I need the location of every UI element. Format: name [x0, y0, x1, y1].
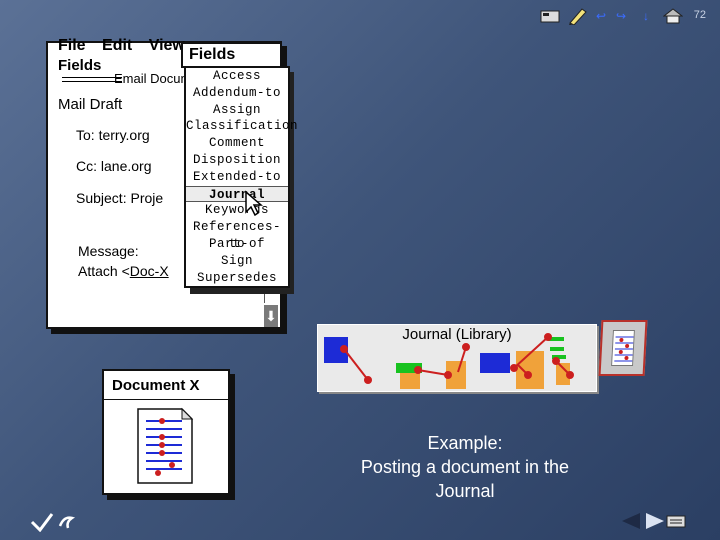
caption-line-3: Journal [435, 481, 495, 501]
document-x-panel: Document X [102, 369, 230, 495]
document-icon [598, 320, 648, 376]
slide-sorter-icon[interactable] [666, 513, 686, 534]
draft-label: Mail Draft [58, 96, 123, 113]
subject-field[interactable]: Subject: Proje [76, 190, 163, 206]
menu-item-journal[interactable]: Journal [186, 185, 288, 203]
pen-icon[interactable] [566, 8, 588, 25]
menu-item-access[interactable]: Access [186, 68, 288, 85]
journal-library: Journal (Library) [317, 324, 597, 392]
previous-slide-icon[interactable] [620, 512, 642, 535]
menu-item-comment[interactable]: Comment [186, 135, 288, 152]
journal-documents-graphic [324, 333, 574, 389]
fields-menu-header[interactable]: Fields [181, 42, 282, 68]
attach-link[interactable]: Doc-X [130, 263, 169, 279]
slide-number: 72 [693, 9, 706, 21]
message-label: Message: [78, 243, 139, 259]
attach-line: Attach <Doc-X [78, 263, 169, 279]
home-icon[interactable] [662, 8, 684, 24]
divider [104, 399, 228, 400]
checkmark-icon[interactable] [30, 510, 80, 537]
menu-item-supersedes[interactable]: Supersedes [186, 270, 288, 287]
caption-line-2: Posting a document in the [360, 457, 570, 477]
menu-item-part-of[interactable]: Part-of [186, 236, 288, 253]
menu-item-assign[interactable]: Assign [186, 102, 288, 119]
menu-item-sign[interactable]: Sign [186, 253, 288, 270]
menu-item-addendum-to[interactable]: Addendum-to [186, 85, 288, 102]
menu-edit[interactable]: Edit [102, 37, 132, 54]
next-slide-icon[interactable] [644, 512, 666, 535]
attach-text: Attach < [78, 263, 130, 279]
document-x-title: Document X [112, 377, 200, 394]
slide-caption: Example: Posting a document in the Journ… [330, 431, 600, 503]
menu-item-disposition[interactable]: Disposition [186, 152, 288, 169]
forward-icon[interactable]: ↪ [614, 8, 628, 24]
window-title: Email Docum [114, 71, 192, 86]
menu-item-classification[interactable]: Classification [186, 118, 298, 135]
caption-line-1: Example: [427, 433, 503, 453]
title-bar-line [62, 81, 122, 82]
menu-item-keywords[interactable]: Keywords [186, 202, 288, 219]
fields-dropdown: Access Addendum-to Assign Classification… [184, 66, 298, 288]
scroll-down-arrow-icon[interactable]: ⬇ [264, 305, 278, 327]
menu-bar: File Edit View [58, 37, 197, 55]
menu-view[interactable]: View [149, 37, 185, 54]
back-icon[interactable]: ↩ [594, 8, 608, 24]
title-bar-line [62, 77, 122, 78]
menu-file[interactable]: File [58, 37, 86, 54]
document-page-icon [137, 407, 194, 484]
menu-fields[interactable]: Fields [58, 57, 101, 74]
cc-field[interactable]: Cc: lane.org [76, 158, 151, 174]
down-icon[interactable]: ↓ [640, 8, 652, 24]
mouse-cursor-icon [244, 190, 264, 221]
menu-icon[interactable] [540, 8, 560, 24]
menu-item-extended-to[interactable]: Extended-to [186, 169, 288, 186]
menu-item-references-to[interactable]: References-to [186, 219, 288, 251]
to-field[interactable]: To: terry.org [76, 127, 150, 143]
